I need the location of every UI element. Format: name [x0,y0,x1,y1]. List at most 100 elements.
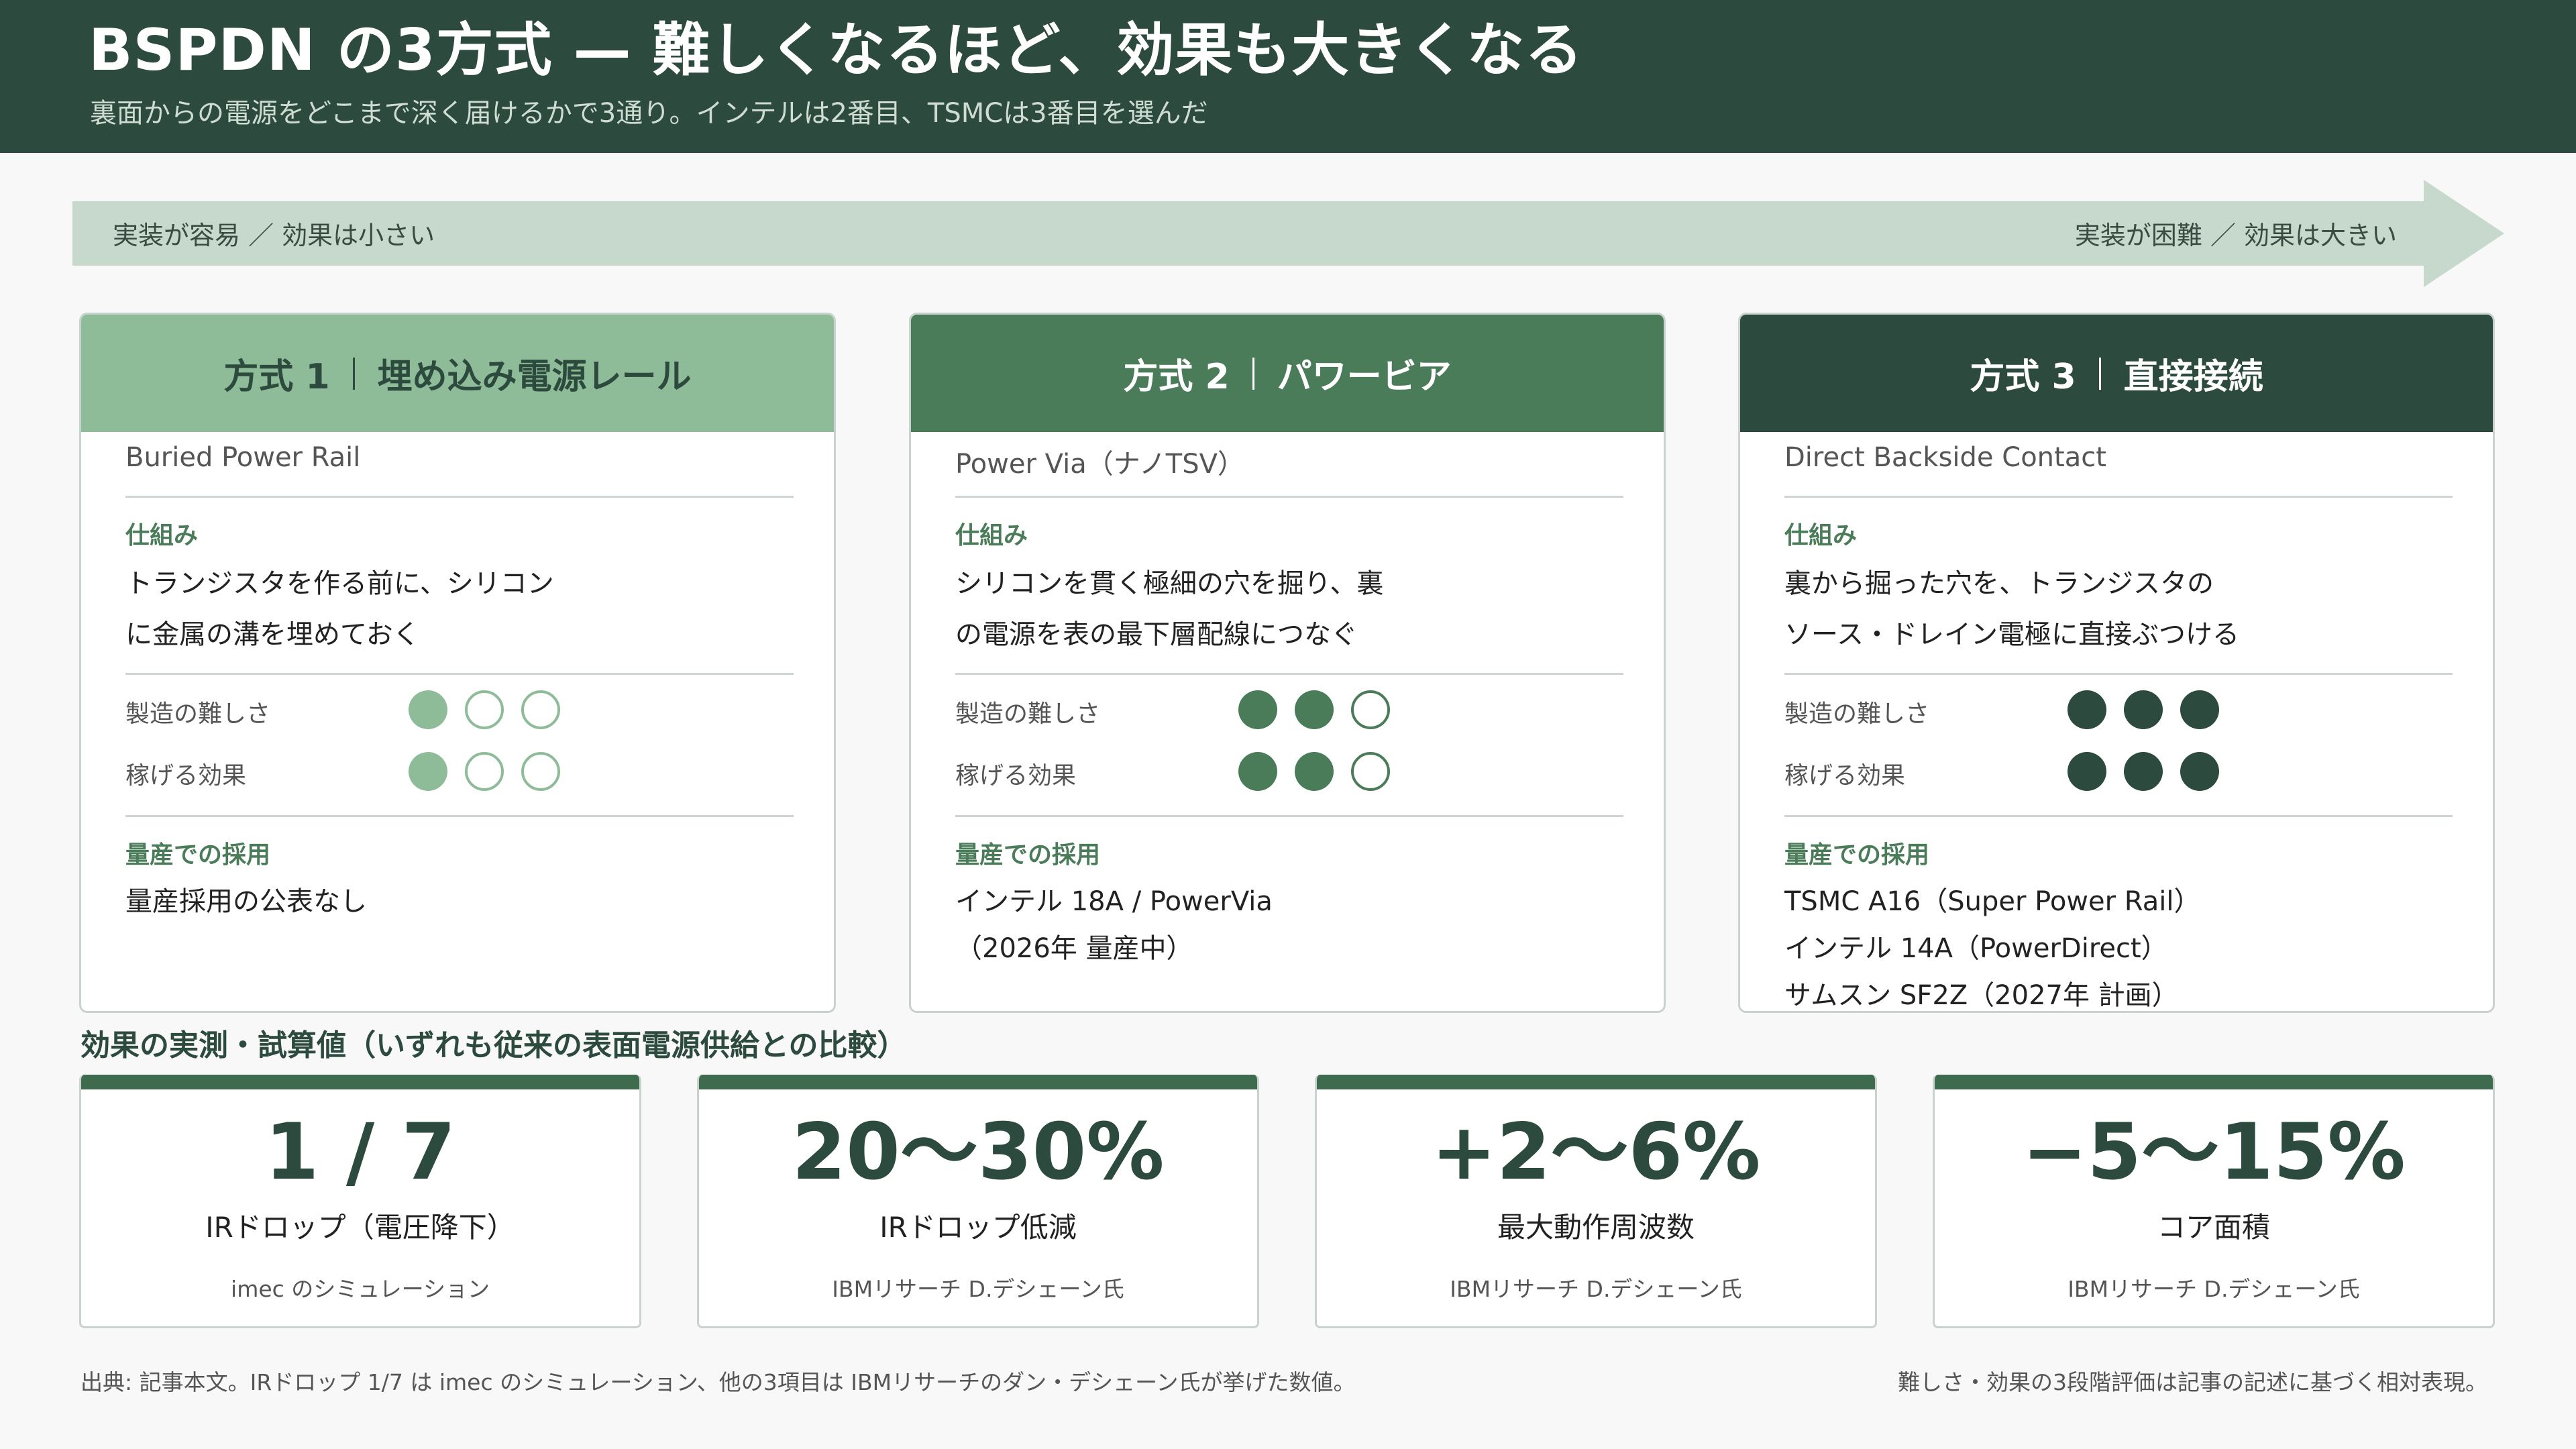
card-english-name: Buried Power Rail [125,442,361,473]
divider [1784,673,2453,675]
method-card-2: 方式 2 パワービア Power Via（ナノTSV） 仕組み シリコンを貫く極… [909,313,1666,1013]
adoption-label: 量産での採用 [125,841,271,869]
filled-dot-icon [2124,752,2163,791]
empty-dot-icon [465,690,504,729]
page-title: BSPDN の3方式 — 難しくなるほど、効果も大きくなる [89,17,1584,84]
card-english-name: Direct Backside Contact [1784,442,2106,473]
card-number: 方式 3 [1970,357,2076,397]
filled-dot-icon [1295,752,1334,791]
stat-accent-bar [699,1075,1257,1089]
stat-accent-bar [1935,1075,2493,1089]
divider [1784,496,2453,498]
filled-dot-icon [409,752,447,791]
stat-card: 20〜30% IRドロップ低減 IBMリサーチ D.デシェーン氏 [697,1075,1259,1328]
filled-dot-icon [1238,690,1277,729]
filled-dot-icon [2124,690,2163,729]
stat-label: IRドロップ（電圧降下） [205,1211,515,1244]
method-card-3: 方式 3 直接接続 Direct Backside Contact 仕組み 裏か… [1738,313,2495,1013]
mechanism-label: 仕組み [125,522,199,549]
filled-dot-icon [409,690,447,729]
card-english-name: Power Via（ナノTSV） [955,449,1244,480]
stat-label: コア面積 [2157,1211,2270,1244]
adoption-label: 量産での採用 [955,841,1101,869]
stat-source: IBMリサーチ D.デシェーン氏 [832,1276,1124,1302]
empty-dot-icon [465,752,504,791]
mechanism-text-line2: の電源を表の最下層配線につなぐ [955,619,1358,650]
stats-section-title: 効果の実測・試算値（いずれも従来の表面電源供給との比較） [80,1028,907,1063]
empty-dot-icon [521,752,560,791]
mechanism-text-line1: 裏から掘った穴を、トランジスタの [1784,568,2214,599]
empty-dot-icon [521,690,560,729]
mechanism-text-line2: に金属の溝を埋めておく [125,619,420,650]
card-number: 方式 1 [223,357,330,397]
effect-rating [1238,752,1390,791]
empty-dot-icon [1351,752,1390,791]
effect-rating [409,752,560,791]
stat-source: IBMリサーチ D.デシェーン氏 [1450,1276,1742,1302]
divider [125,673,794,675]
mechanism-label: 仕組み [955,522,1028,549]
header-divider [1252,357,1254,390]
filled-dot-icon [2068,752,2106,791]
header-divider [352,357,355,390]
page-header: BSPDN の3方式 — 難しくなるほど、効果も大きくなる 裏面からの電源をどこ… [0,0,2576,153]
filled-dot-icon [2180,752,2219,791]
mechanism-text-line2: ソース・ドレイン電極に直接ぶつける [1784,619,2239,650]
stat-value: 20〜30% [792,1107,1165,1197]
card-header: 方式 1 埋め込み電源レール [81,315,834,432]
card-name: 埋め込み電源レール [377,357,692,397]
stat-card: 1 / 7 IRドロップ（電圧降下） imec のシミュレーション [79,1075,641,1328]
difficulty-rating [409,690,560,729]
adoption-item: サムスン SF2Z（2027年 計画） [1784,980,2179,1011]
effect-label: 稼げる効果 [955,762,1077,790]
divider [125,496,794,498]
difficulty-label: 製造の難しさ [955,700,1101,728]
difficulty-rating [1238,690,1390,729]
method-card-1: 方式 1 埋め込み電源レール Buried Power Rail 仕組み トラン… [79,313,836,1013]
effect-rating [2068,752,2219,791]
divider [955,815,1623,817]
card-header: 方式 3 直接接続 [1740,315,2493,432]
stat-label: IRドロップ低減 [879,1211,1077,1244]
stat-accent-bar [1317,1075,1875,1089]
difficulty-label: 製造の難しさ [125,700,271,728]
mechanism-text-line1: シリコンを貫く極細の穴を掘り、裏 [955,568,1384,599]
card-name: パワービア [1277,357,1452,397]
stat-source: imec のシミュレーション [231,1276,490,1302]
card-number: 方式 2 [1123,357,1230,397]
mechanism-text-line1: トランジスタを作る前に、シリコン [125,568,554,599]
card-header: 方式 2 パワービア [911,315,1664,432]
difficulty-label: 製造の難しさ [1784,700,1930,728]
adoption-item: インテル 18A / PowerVia [955,886,1273,917]
footer-rating-note: 難しさ・効果の3段階評価は記事の記述に基づく相対表現。 [1898,1369,2487,1395]
adoption-label: 量産での採用 [1784,841,1930,869]
stat-source: IBMリサーチ D.デシェーン氏 [2068,1276,2360,1302]
stat-value: +2〜6% [1431,1107,1761,1197]
stat-accent-bar [81,1075,639,1089]
footer-source-note: 出典: 記事本文。IRドロップ 1/7 は imec のシミュレーション、他の3… [80,1369,1356,1395]
effect-label: 稼げる効果 [1784,762,1906,790]
stat-value: 1 / 7 [264,1107,456,1197]
divider [955,496,1623,498]
card-name: 直接接続 [2123,357,2263,397]
empty-dot-icon [1351,690,1390,729]
adoption-item: （2026年 量産中） [955,933,1193,964]
filled-dot-icon [1295,690,1334,729]
arrow-left-label: 実装が容易 ／ 効果は小さい [113,221,435,250]
mechanism-label: 仕組み [1784,522,1858,549]
stat-card: +2〜6% 最大動作周波数 IBMリサーチ D.デシェーン氏 [1315,1075,1877,1328]
stat-card: −5〜15% コア面積 IBMリサーチ D.デシェーン氏 [1933,1075,2495,1328]
filled-dot-icon [2068,690,2106,729]
page-subtitle: 裏面からの電源をどこまで深く届けるかで3通り。インテルは2番目、TSMCは3番目… [90,98,1208,129]
divider [955,673,1623,675]
adoption-item: TSMC A16（Super Power Rail） [1784,886,2201,917]
filled-dot-icon [1238,752,1277,791]
divider [1784,815,2453,817]
arrow-right-label: 実装が困難 ／ 効果は大きい [2074,221,2397,250]
divider [125,815,794,817]
effect-label: 稼げる効果 [125,762,247,790]
difficulty-rating [2068,690,2219,729]
adoption-item: インテル 14A（PowerDirect） [1784,933,2168,964]
filled-dot-icon [2180,690,2219,729]
stat-value: −5〜15% [2022,1107,2406,1197]
